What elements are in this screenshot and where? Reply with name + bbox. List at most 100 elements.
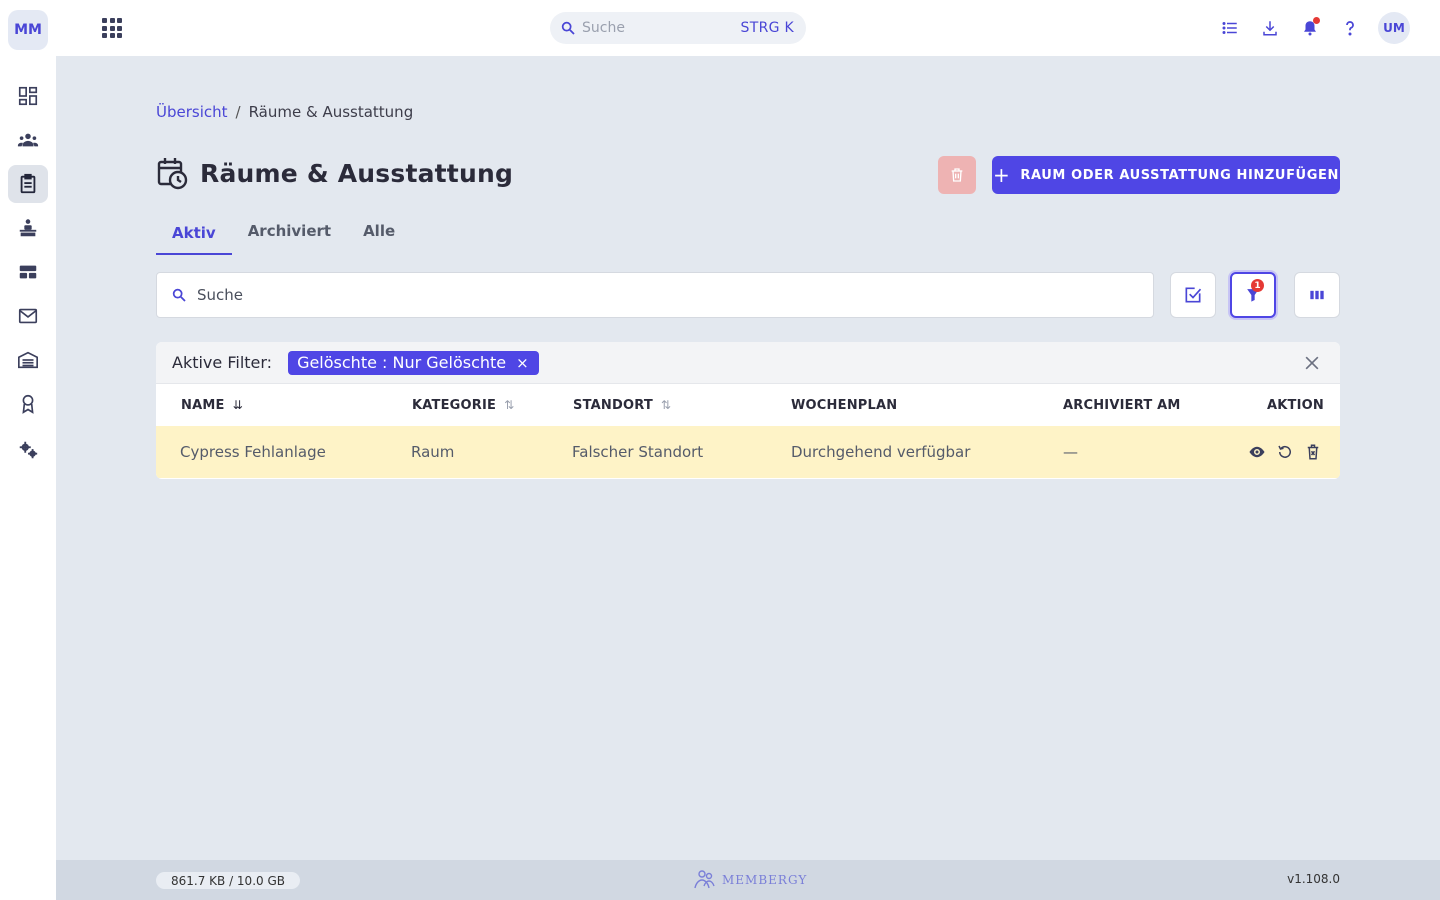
mail-icon <box>18 308 38 324</box>
rooms-table-card: Aktive Filter: Gelöschte : Nur Gelöschte… <box>156 342 1340 479</box>
filter-chip-label: Gelöschte : Nur Gelöschte <box>297 353 507 372</box>
table-search-placeholder: Suche <box>197 286 244 304</box>
plus-icon: + <box>993 163 1011 187</box>
breadcrumb-separator: / <box>235 103 241 121</box>
checklist-icon <box>1185 287 1202 303</box>
header-archiviert: ARCHIVIERT AM <box>1063 384 1181 426</box>
membergy-logo-icon <box>694 870 715 889</box>
header-wochenplan: WOCHENPLAN <box>791 384 897 426</box>
sidebar: MM <box>0 0 56 900</box>
user-avatar[interactable]: UM <box>1378 12 1410 44</box>
tab-alle[interactable]: Alle <box>347 212 411 250</box>
sidebar-item-settings[interactable] <box>8 431 48 469</box>
header-standort[interactable]: STANDORT ⇅ <box>573 384 671 426</box>
active-filters-label: Aktive Filter: <box>172 353 273 372</box>
warehouse-icon <box>18 351 38 369</box>
header-kategorie[interactable]: KATEGORIE ⇅ <box>412 384 514 426</box>
calendar-clock-icon <box>157 158 188 190</box>
header-kategorie-label: KATEGORIE <box>412 397 497 413</box>
restore-icon[interactable] <box>1276 443 1294 461</box>
sidebar-item-courses[interactable] <box>8 209 48 247</box>
select-mode-button[interactable] <box>1170 272 1216 318</box>
help-icon <box>1346 21 1354 36</box>
footer: 861.7 KB / 10.0 GB MEMBERGY v1.108.0 <box>56 860 1440 900</box>
breadcrumb-current: Räume & Ausstattung <box>248 103 414 121</box>
sidebar-item-members[interactable] <box>8 121 48 159</box>
person-desk-icon <box>19 219 37 237</box>
sidebar-item-awards[interactable] <box>8 385 48 423</box>
page-title: Räume & Ausstattung <box>200 158 514 188</box>
storage-usage: 861.7 KB / 10.0 GB <box>156 872 300 889</box>
add-room-label: RAUM ODER AUSSTATTUNG HINZUFÜGEN <box>1020 167 1339 183</box>
header-wochenplan-label: WOCHENPLAN <box>791 397 898 413</box>
row-actions <box>1248 426 1322 478</box>
add-room-button[interactable]: + RAUM ODER AUSSTATTUNG HINZUFÜGEN <box>992 156 1340 194</box>
app-version: v1.108.0 <box>1287 872 1340 886</box>
clear-filters-icon[interactable] <box>1302 353 1322 373</box>
cell-archiviert: — <box>1063 443 1078 461</box>
cell-kategorie: Raum <box>411 443 455 461</box>
header-aktion-label: AKTION <box>1267 397 1324 413</box>
filter-chip-remove-icon[interactable]: × <box>516 354 529 372</box>
eye-icon[interactable] <box>1248 443 1266 461</box>
delete-forever-icon[interactable] <box>1304 443 1322 461</box>
active-filters-bar: Aktive Filter: Gelöschte : Nur Gelöschte… <box>156 342 1340 384</box>
notifications-button[interactable] <box>1298 16 1322 40</box>
filter-chip[interactable]: Gelöschte : Nur Gelöschte × <box>288 350 539 375</box>
search-shortcut: STRG K <box>740 20 794 36</box>
header-standort-label: STANDORT <box>573 397 653 413</box>
download-button[interactable] <box>1258 16 1282 40</box>
dashboard-icon <box>18 86 38 106</box>
search-icon <box>561 21 575 35</box>
columns-button[interactable] <box>1294 272 1340 318</box>
sidebar-item-dashboard[interactable] <box>8 77 48 115</box>
header-archiviert-label: ARCHIVIERT AM <box>1063 397 1181 413</box>
award-icon <box>22 394 34 414</box>
sidebar-item-rooms[interactable] <box>8 165 48 203</box>
list-icon <box>1222 22 1237 34</box>
clipboard-icon <box>20 173 36 194</box>
breadcrumb-parent[interactable]: Übersicht <box>156 103 228 121</box>
filter-button[interactable]: 1 <box>1230 272 1276 318</box>
cell-name: Cypress Fehlanlage <box>180 443 326 461</box>
view-agenda-icon <box>19 265 37 279</box>
global-search[interactable]: Suche STRG K <box>550 12 806 44</box>
brand-logo: MEMBERGY <box>692 868 807 892</box>
brand-name: MEMBERGY <box>722 873 808 887</box>
header-name[interactable]: NAME ⇊ <box>181 384 243 426</box>
sidebar-item-mail[interactable] <box>8 297 48 335</box>
page-header: Räume & Ausstattung <box>156 156 513 190</box>
list-button[interactable] <box>1218 16 1242 40</box>
apps-grid-button[interactable] <box>100 16 124 40</box>
trash-icon <box>951 168 963 182</box>
sort-icon: ⇅ <box>660 398 672 412</box>
notification-dot <box>1313 17 1320 24</box>
status-tabs: Aktiv Archiviert Alle <box>156 212 411 256</box>
search-icon <box>172 288 186 302</box>
breadcrumb: Übersicht / Räume & Ausstattung <box>156 103 413 121</box>
sort-icon: ⇅ <box>504 398 515 412</box>
cell-wochenplan: Durchgehend verfügbar <box>791 443 971 461</box>
apps-grid-icon <box>102 18 107 23</box>
view-column-icon <box>1310 290 1324 300</box>
table-header: NAME ⇊ KATEGORIE ⇅ STANDORT ⇅ WOCHENPLAN… <box>156 384 1340 426</box>
global-search-placeholder: Suche <box>582 20 625 36</box>
tab-aktiv[interactable]: Aktiv <box>156 212 232 255</box>
sidebar-item-buildings[interactable] <box>8 341 48 379</box>
tab-archiviert[interactable]: Archiviert <box>232 212 347 250</box>
group-icon <box>17 133 39 147</box>
filter-count-badge: 1 <box>1251 279 1264 292</box>
download-icon <box>1263 21 1277 36</box>
table-search-input[interactable]: Suche <box>156 272 1154 318</box>
header-aktion: AKTION <box>1267 384 1324 426</box>
top-actions: UM <box>1218 12 1410 44</box>
table-row[interactable]: Cypress Fehlanlage Raum Falscher Standor… <box>156 426 1340 478</box>
top-bar: Suche STRG K UM <box>56 0 1440 56</box>
help-button[interactable] <box>1338 16 1362 40</box>
cell-standort: Falscher Standort <box>572 443 704 461</box>
sidebar-item-layout[interactable] <box>8 253 48 291</box>
header-name-label: NAME <box>181 397 225 413</box>
app-logo[interactable]: MM <box>8 10 48 50</box>
sort-desc-icon: ⇊ <box>232 398 243 412</box>
delete-button[interactable] <box>938 156 976 194</box>
